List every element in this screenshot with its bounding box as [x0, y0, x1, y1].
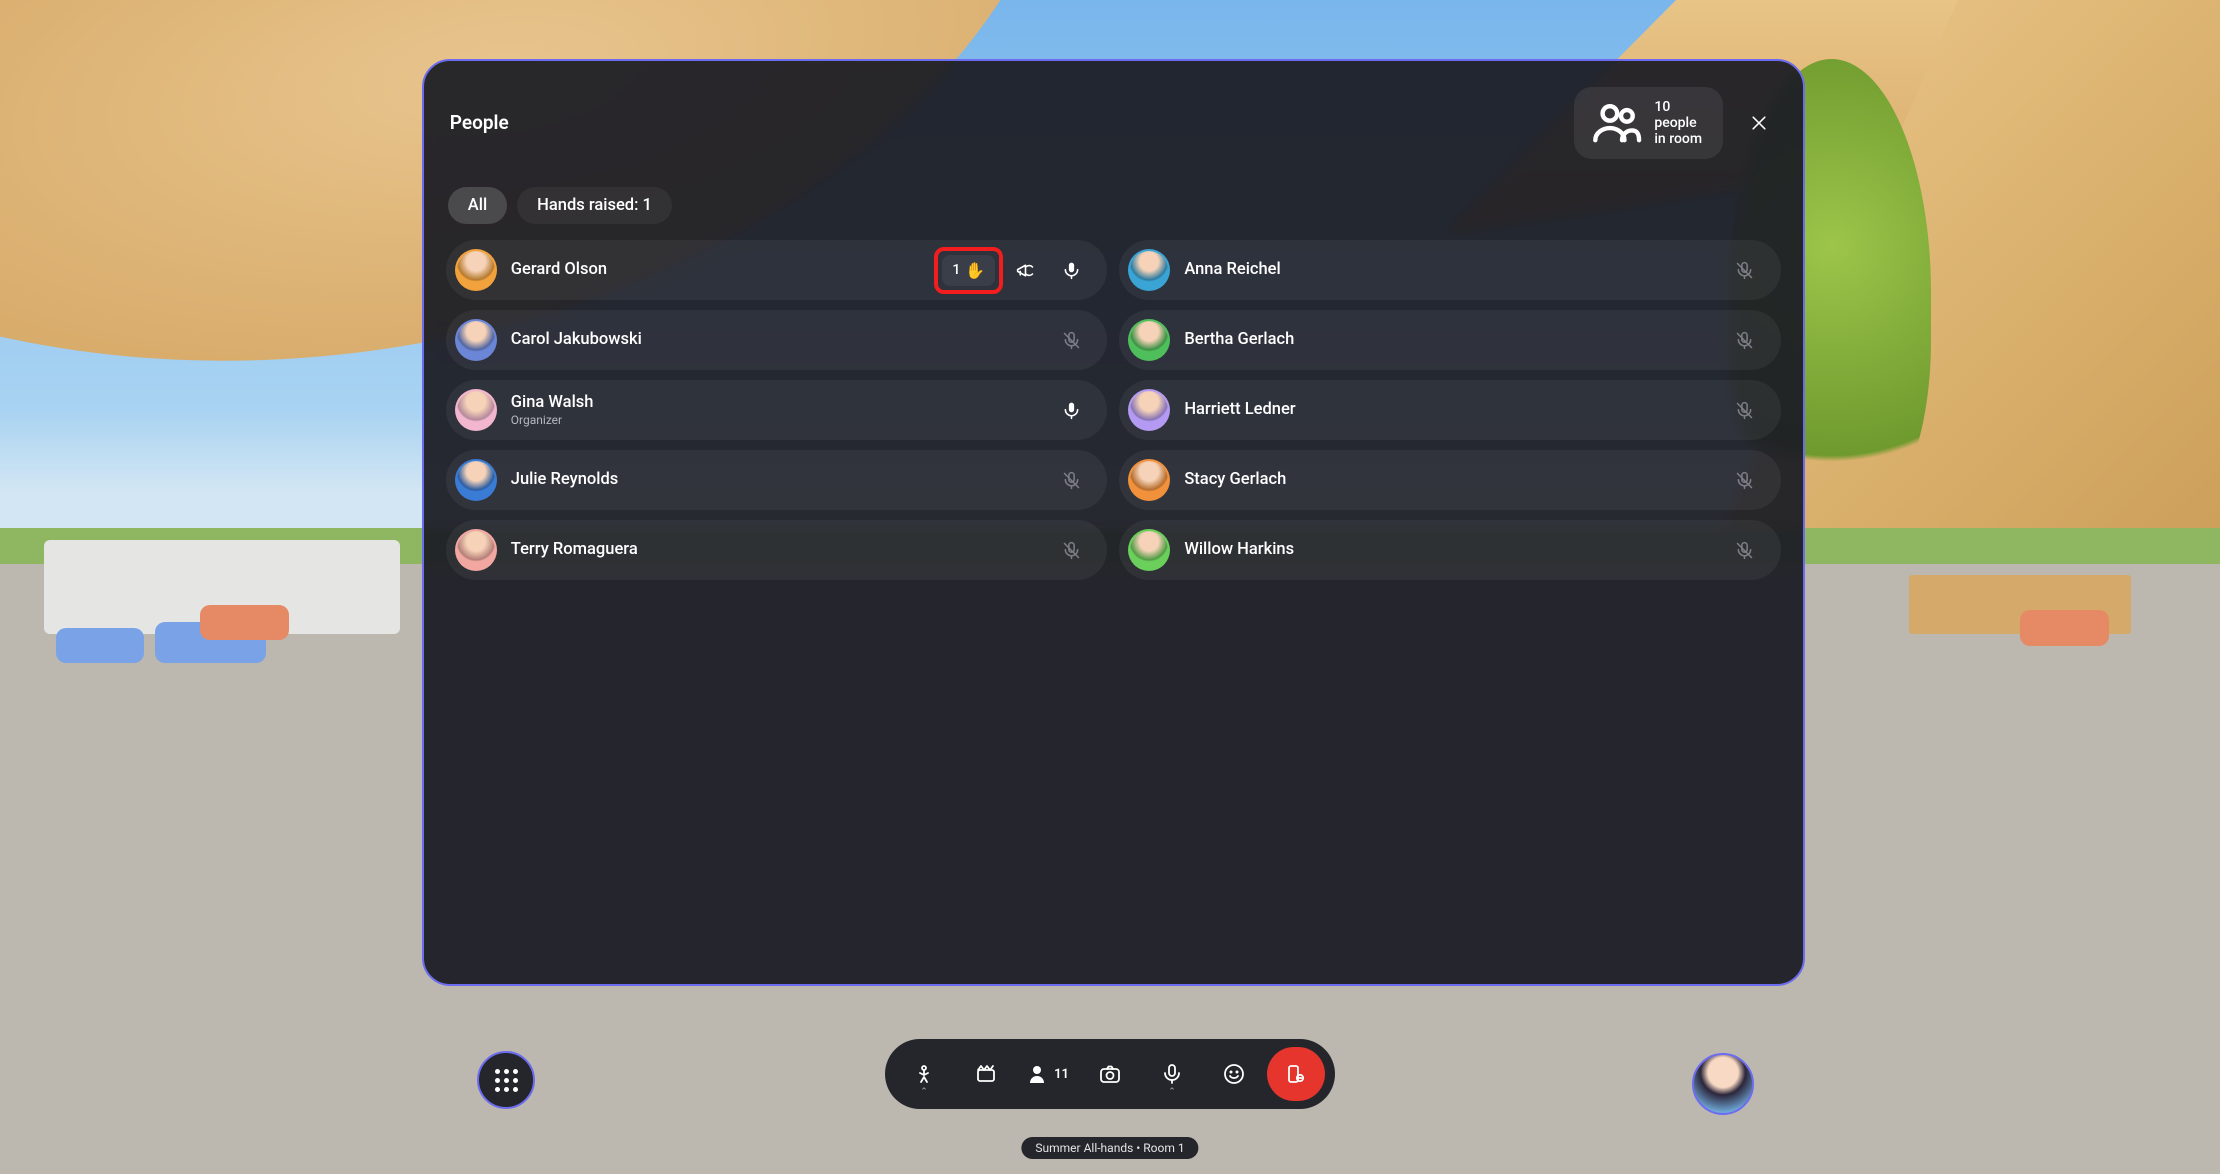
mic-off-icon — [1734, 400, 1755, 421]
person-name: Carol Jakubowski — [511, 330, 1052, 350]
mic-off-icon — [1734, 260, 1755, 281]
avatar — [455, 529, 497, 571]
mic-muted-indicator — [1725, 460, 1765, 500]
people-icon — [1588, 94, 1646, 152]
person-row[interactable]: Carol Jakubowski — [446, 310, 1108, 370]
mic-off-icon — [1061, 470, 1082, 491]
avatar — [1128, 459, 1170, 501]
avatar — [455, 319, 497, 361]
mic-muted-indicator — [1725, 320, 1765, 360]
person-row[interactable]: Bertha Gerlach — [1119, 310, 1781, 370]
tab-hands-raised[interactable]: Hands raised: 1 — [517, 187, 672, 224]
person-icon — [1027, 1062, 1051, 1086]
avatar — [455, 389, 497, 431]
mic-muted-indicator — [1051, 530, 1091, 570]
person-name: Julie Reynolds — [511, 470, 1052, 490]
person-row[interactable]: Gerard Olson 1 ✋ — [446, 240, 1108, 300]
megaphone-button[interactable] — [1005, 250, 1045, 290]
hand-order: 1 — [952, 262, 960, 278]
mic-muted-indicator — [1725, 390, 1765, 430]
megaphone-icon — [1015, 260, 1036, 281]
leave-icon — [1284, 1062, 1308, 1086]
person-name: Stacy Gerlach — [1184, 470, 1725, 490]
leave-button[interactable] — [1267, 1047, 1325, 1101]
action-toolbar: ⌃ 11 ⌃ — [885, 1039, 1335, 1109]
mic-off-icon — [1734, 540, 1755, 561]
smile-icon — [1222, 1062, 1246, 1086]
mic-muted-indicator — [1725, 250, 1765, 290]
mic-button[interactable] — [1051, 390, 1091, 430]
room-count-badge[interactable]: 10 people in room — [1574, 87, 1723, 159]
highlight-annotation: 1 ✋ — [934, 247, 1003, 294]
mic-off-icon — [1734, 470, 1755, 491]
room-count-label: 10 people in room — [1654, 99, 1708, 147]
avatar — [1128, 249, 1170, 291]
participants-count: 11 — [1054, 1067, 1069, 1082]
chevron-up-icon: ⌃ — [1168, 1087, 1176, 1097]
person-row[interactable]: Terry Romaguera — [446, 520, 1108, 580]
participants-button[interactable]: 11 — [1019, 1047, 1077, 1101]
hand-raised-badge[interactable]: 1 ✋ — [942, 255, 995, 286]
self-avatar-button[interactable] — [1692, 1053, 1754, 1115]
people-panel: People 10 people in room All Hands raise… — [422, 59, 1805, 986]
person-row[interactable]: Stacy Gerlach — [1119, 450, 1781, 510]
chevron-up-icon: ⌃ — [920, 1087, 928, 1097]
person-name: Bertha Gerlach — [1184, 330, 1725, 350]
avatar — [1128, 389, 1170, 431]
mic-toggle-button[interactable]: ⌃ — [1143, 1047, 1201, 1101]
person-row[interactable]: Willow Harkins — [1119, 520, 1781, 580]
camera-button[interactable] — [1081, 1047, 1139, 1101]
mic-icon — [1160, 1062, 1184, 1086]
person-name: Anna Reichel — [1184, 260, 1725, 280]
mic-button[interactable] — [1051, 250, 1091, 290]
grid-icon — [495, 1069, 518, 1092]
person-row[interactable]: Harriett Ledner — [1119, 380, 1781, 440]
person-role: Organizer — [511, 413, 1052, 427]
mic-muted-indicator — [1051, 320, 1091, 360]
person-name: Willow Harkins — [1184, 540, 1725, 560]
close-icon — [1749, 113, 1769, 133]
mic-muted-indicator — [1725, 530, 1765, 570]
reactions-button[interactable] — [1205, 1047, 1263, 1101]
person-name: Gina Walsh — [511, 393, 1052, 413]
person-row[interactable]: Julie Reynolds — [446, 450, 1108, 510]
mic-off-icon — [1061, 540, 1082, 561]
clapperboard-icon — [974, 1062, 998, 1086]
mic-on-icon — [1061, 400, 1082, 421]
person-name: Harriett Ledner — [1184, 400, 1725, 420]
person-row[interactable]: Gina Walsh Organizer — [446, 380, 1108, 440]
person-name: Gerard Olson — [511, 260, 939, 280]
person-row[interactable]: Anna Reichel — [1119, 240, 1781, 300]
mic-on-icon — [1061, 260, 1082, 281]
mic-off-icon — [1734, 330, 1755, 351]
tab-all[interactable]: All — [448, 187, 507, 224]
people-list: Gerard Olson 1 ✋ An — [446, 240, 1781, 580]
room-label: Summer All-hands • Room 1 — [1021, 1137, 1198, 1159]
person-name: Terry Romaguera — [511, 540, 1052, 560]
record-button[interactable] — [957, 1047, 1015, 1101]
teleport-button[interactable]: ⌃ — [895, 1047, 953, 1101]
mic-muted-indicator — [1051, 460, 1091, 500]
avatar — [1128, 319, 1170, 361]
panel-title: People — [450, 111, 509, 134]
avatar — [1128, 529, 1170, 571]
raised-hand-icon: ✋ — [965, 261, 985, 280]
avatar — [455, 249, 497, 291]
teleport-icon — [912, 1062, 936, 1086]
mic-off-icon — [1061, 330, 1082, 351]
avatar — [455, 459, 497, 501]
close-button[interactable] — [1741, 105, 1777, 141]
camera-icon — [1098, 1062, 1122, 1086]
